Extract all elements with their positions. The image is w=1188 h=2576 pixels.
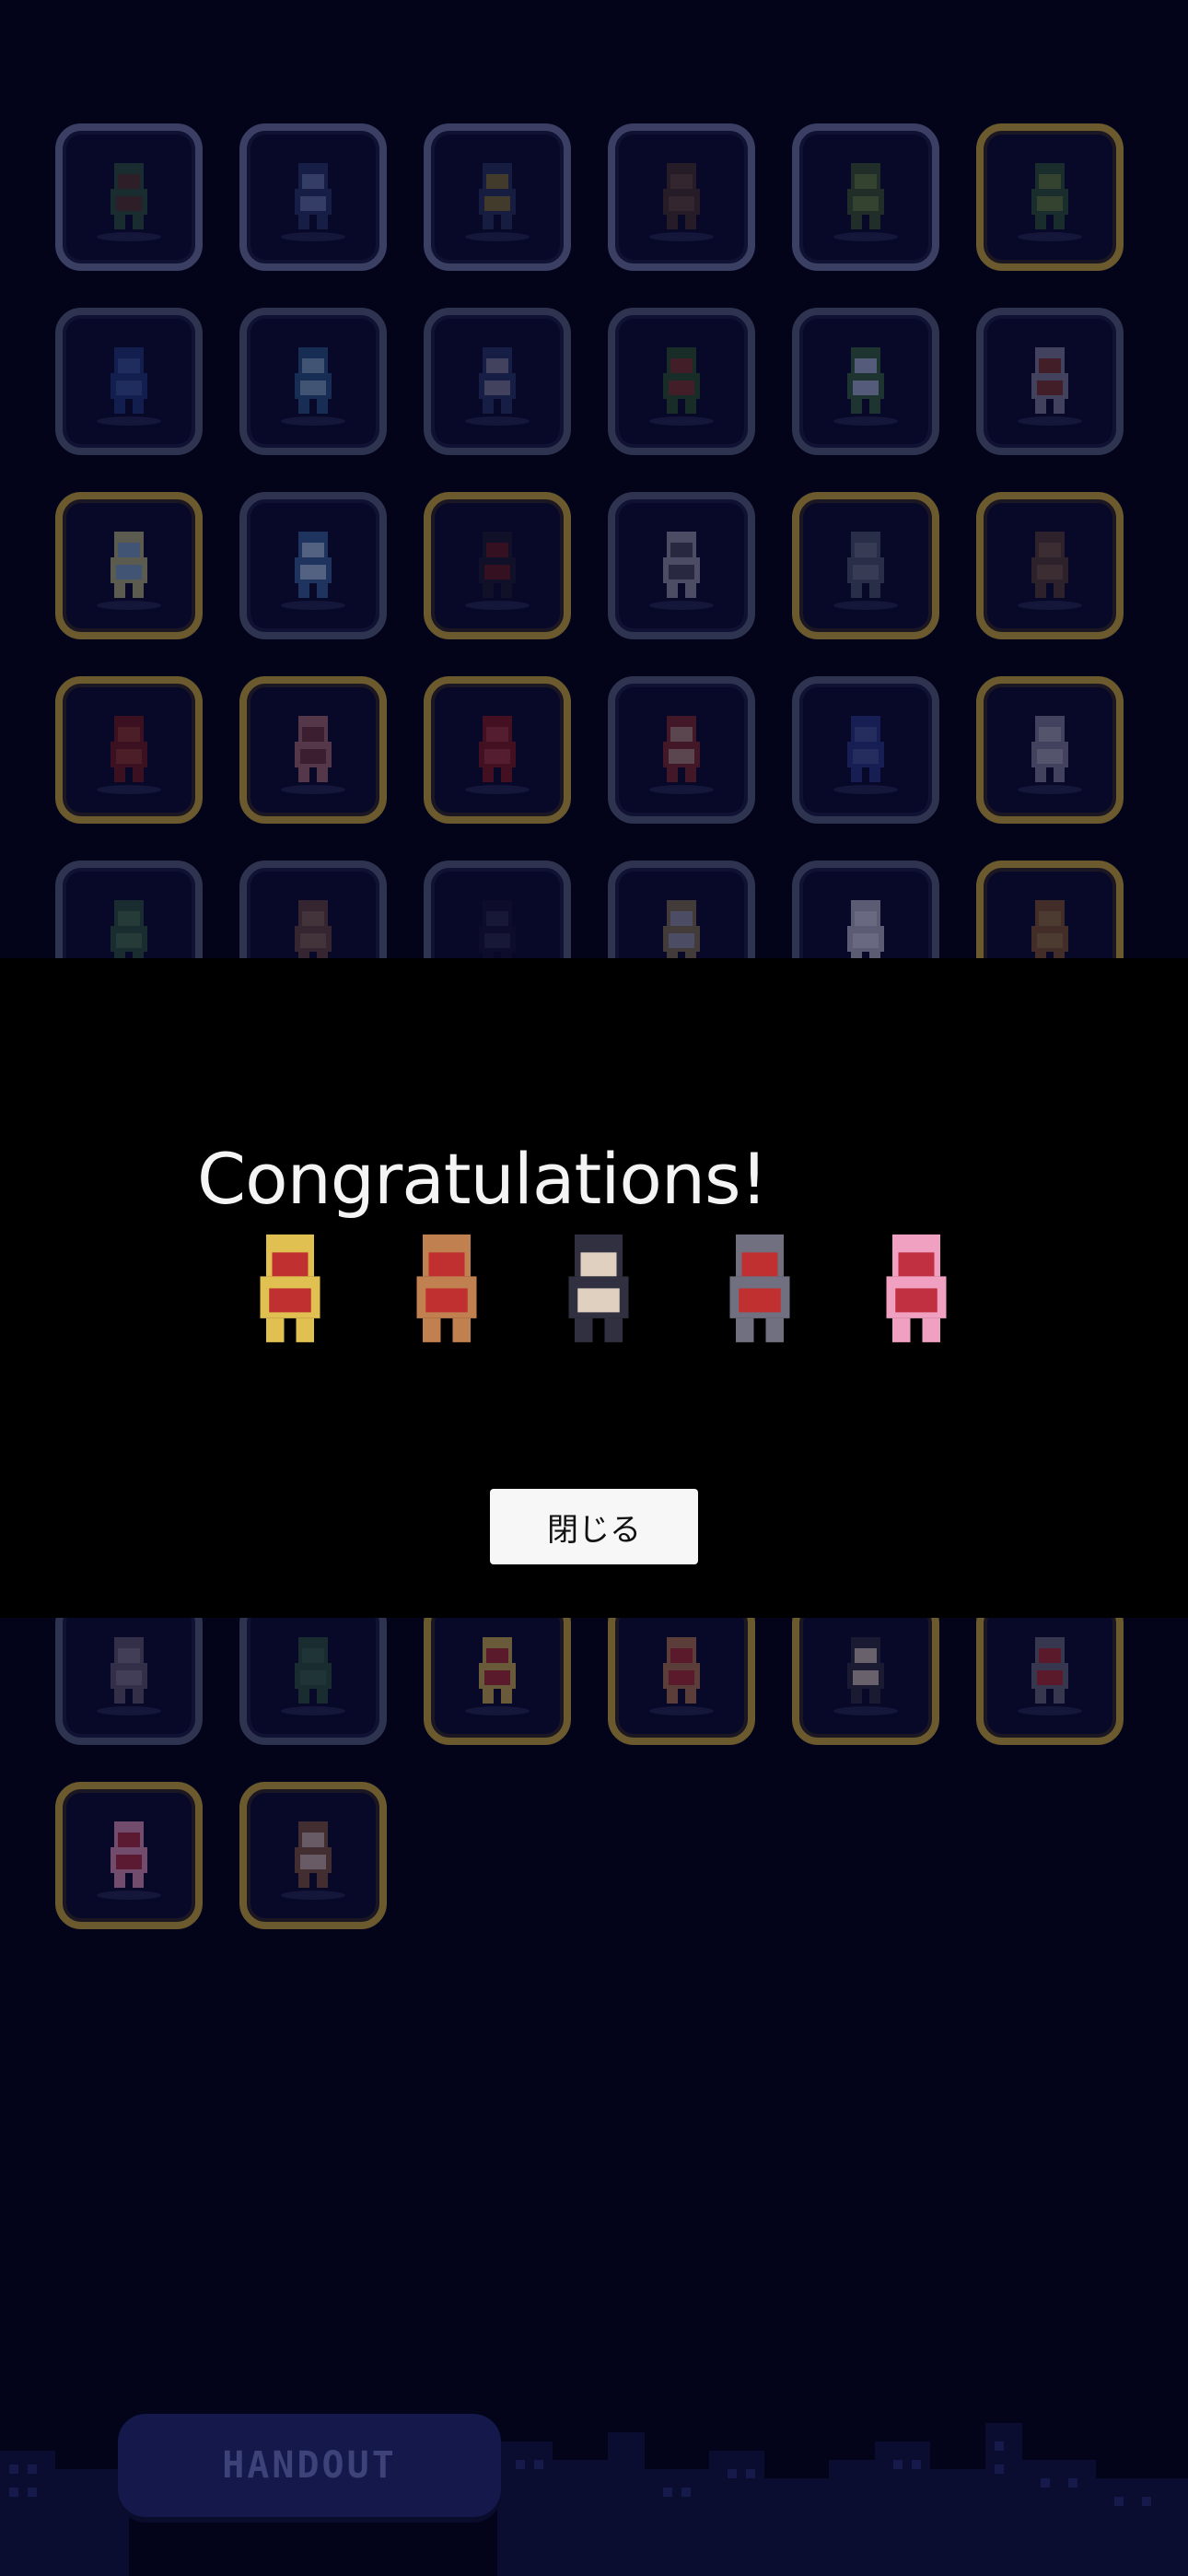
collection-slot[interactable] [424, 123, 571, 271]
collection-slot[interactable] [424, 492, 571, 639]
collection-slot[interactable] [55, 123, 203, 271]
bear-icon [645, 156, 718, 239]
wasp-icon [1013, 340, 1087, 423]
flower-frog-icon [829, 340, 903, 423]
collection-slot[interactable] [976, 308, 1124, 455]
pink-twintail-girl-icon [856, 1221, 976, 1359]
snail-icon [460, 340, 534, 423]
collection-slot[interactable] [608, 123, 755, 271]
collection-slot[interactable] [239, 1598, 387, 1745]
collection-slot[interactable] [239, 492, 387, 639]
collection-slot[interactable] [608, 492, 755, 639]
collection-slot[interactable] [424, 676, 571, 824]
red-hair-fighter-icon [645, 708, 718, 791]
collection-slot[interactable] [608, 1598, 755, 1745]
collection-slot[interactable] [976, 676, 1124, 824]
green-dragon-icon [1013, 156, 1087, 239]
collection-slot[interactable] [608, 676, 755, 824]
collection-slot[interactable] [424, 1598, 571, 1745]
slime-icon [92, 340, 166, 423]
pink-dancer-icon [276, 708, 350, 791]
fairy-icon [92, 524, 166, 607]
close-button[interactable]: 閉じる [490, 1489, 698, 1564]
black-hair-swordsman-icon [539, 1221, 658, 1359]
dialog-title: Congratulations! [197, 1138, 768, 1220]
black-hair-swordsman-icon [829, 1630, 903, 1713]
golem-icon [1013, 524, 1087, 607]
goblin-icon [276, 1630, 350, 1713]
congratulations-dialog: Congratulations! 閉じる [0, 958, 1188, 1618]
shark-beast-icon [276, 156, 350, 239]
blue-mage-icon [829, 708, 903, 791]
fish-icon [276, 340, 350, 423]
blonde-girl-red-ribbon-icon [460, 1630, 534, 1713]
pink-twintail-girl-icon [92, 1814, 166, 1897]
orb-icon [276, 524, 350, 607]
collection-slot[interactable] [792, 308, 939, 455]
zombie-icon [829, 524, 903, 607]
collection-slot[interactable] [55, 308, 203, 455]
silver-knight-axe-icon [1013, 708, 1087, 791]
armored-knight-icon [1013, 1630, 1087, 1713]
collection-slot[interactable] [239, 308, 387, 455]
red-demon-icon [460, 708, 534, 791]
skeleton-icon [645, 524, 718, 607]
collection-slot[interactable] [55, 1782, 203, 1929]
collection-slot[interactable] [792, 1598, 939, 1745]
shadow-ghost-icon [460, 524, 534, 607]
collection-slot[interactable] [792, 492, 939, 639]
collection-slot[interactable] [976, 1598, 1124, 1745]
plant-monster-icon [645, 340, 718, 423]
collection-slot[interactable] [976, 123, 1124, 271]
pigeon-icon [92, 1630, 166, 1713]
collection-slot[interactable] [55, 492, 203, 639]
collection-slot[interactable] [55, 676, 203, 824]
mohawk-warrior-spear-icon [387, 1221, 507, 1359]
collection-slot[interactable] [792, 123, 939, 271]
blonde-girl-red-ribbon-icon [230, 1221, 350, 1359]
collection-slot[interactable] [976, 492, 1124, 639]
mohawk-warrior-spear-icon [645, 1630, 718, 1713]
collection-slot[interactable] [239, 676, 387, 824]
dark-bird-icon [460, 156, 534, 239]
brown-hair-girl-icon [276, 1814, 350, 1897]
collection-slot[interactable] [424, 308, 571, 455]
snake-icon [829, 156, 903, 239]
collection-slot[interactable] [55, 1598, 203, 1745]
handout-button[interactable]: HANDOUT [118, 2414, 501, 2517]
orc-warrior-icon [92, 156, 166, 239]
collection-slot[interactable] [608, 308, 755, 455]
armored-knight-icon [700, 1221, 820, 1359]
red-worm-icon [92, 708, 166, 791]
collection-slot[interactable] [239, 1782, 387, 1929]
collection-slot[interactable] [792, 676, 939, 824]
collection-slot[interactable] [239, 123, 387, 271]
